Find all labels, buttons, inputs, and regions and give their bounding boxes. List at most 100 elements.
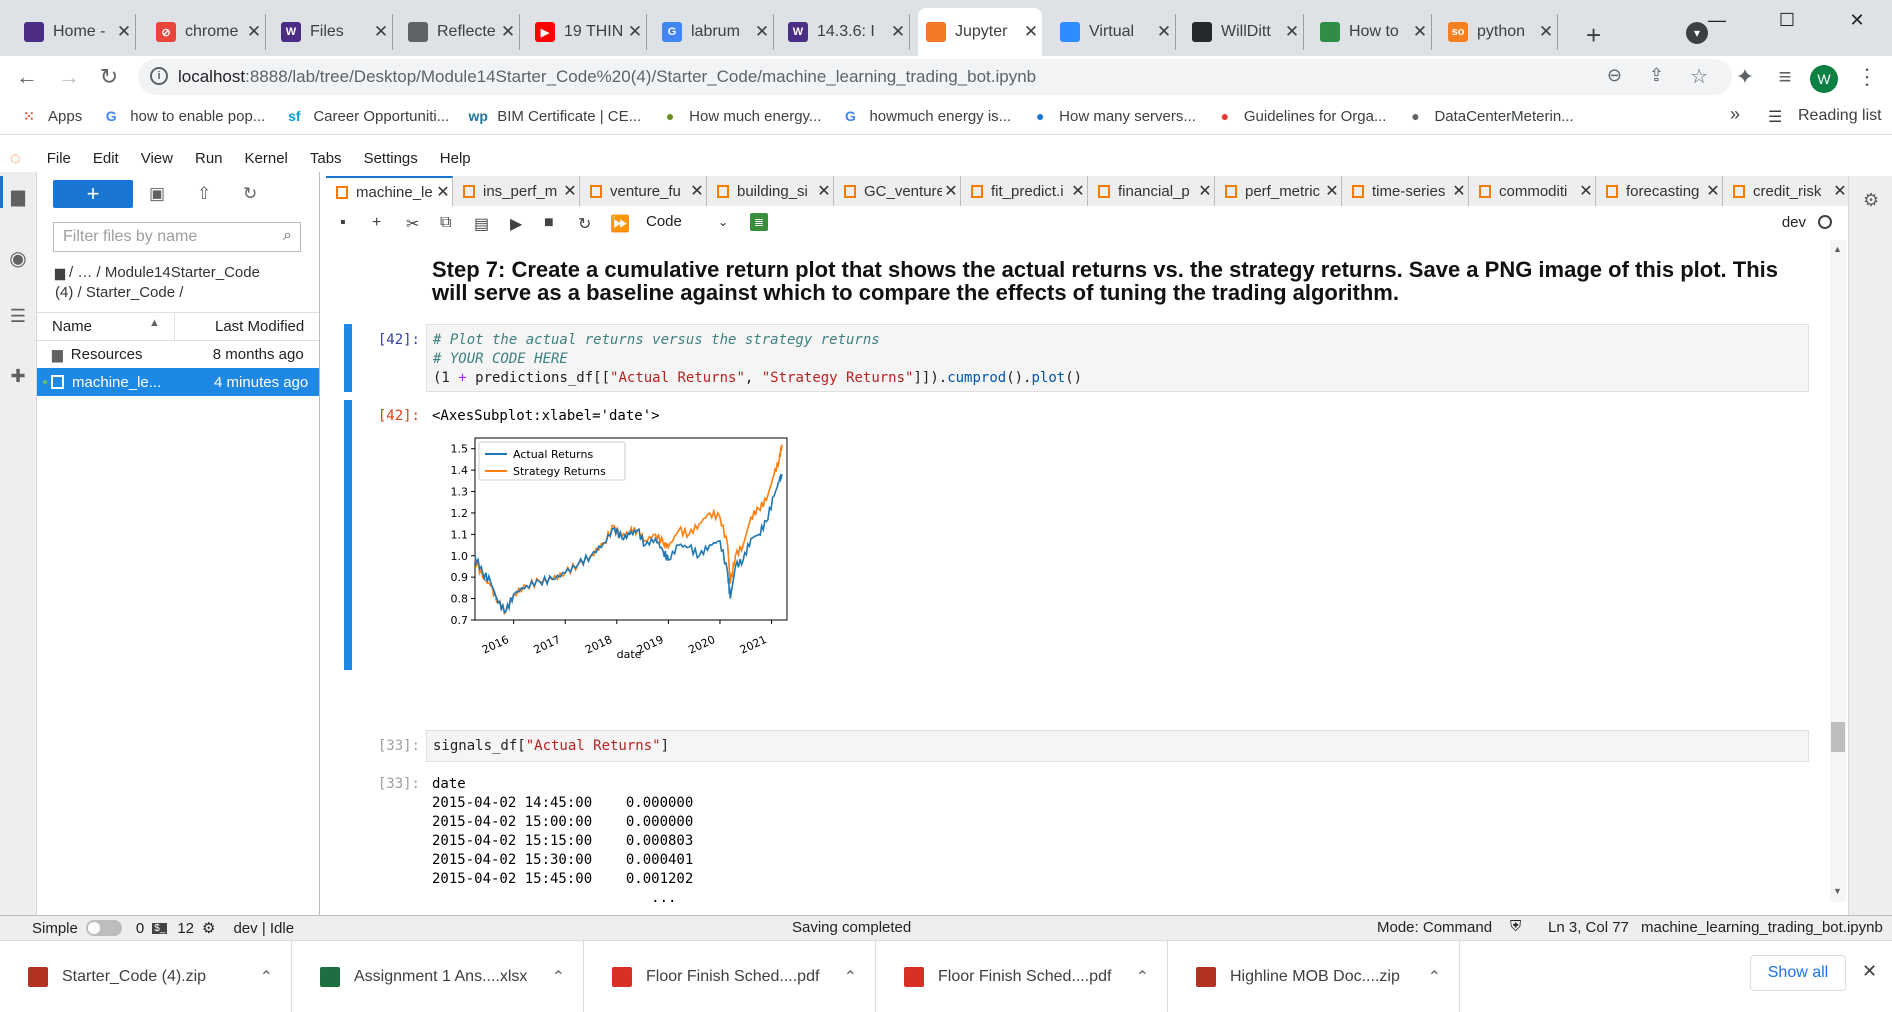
close-tab-icon[interactable]: ✕ xyxy=(1450,181,1468,201)
menu-item[interactable]: File xyxy=(47,150,71,167)
menu-item[interactable]: View xyxy=(141,150,173,167)
tab-close-icon[interactable]: ✕ xyxy=(370,22,392,42)
kernel-count[interactable]: 12 xyxy=(177,920,194,937)
menu-item[interactable]: Settings xyxy=(364,150,418,167)
maximize-icon[interactable]: ☐ xyxy=(1752,0,1822,40)
property-inspector-icon[interactable]: ⚙ xyxy=(1863,190,1879,211)
new-launcher-button[interactable]: + xyxy=(53,180,133,208)
cut-icon[interactable]: ✂ xyxy=(406,214,419,234)
browser-tab[interactable]: Glabrum ✕ xyxy=(654,14,774,50)
notebook-tab[interactable]: credit_risk ✕ xyxy=(1723,176,1850,206)
browser-tab[interactable]: W Files ✕ xyxy=(273,14,393,50)
bookmark-item[interactable]: Ghowmuch energy is... xyxy=(841,107,1011,125)
home-folder-icon[interactable]: ▆ xyxy=(55,265,65,280)
stop-icon[interactable]: ■ xyxy=(544,214,554,232)
chevron-up-icon[interactable]: ⌃ xyxy=(1428,967,1441,987)
reading-list-button[interactable]: Reading list xyxy=(1798,107,1882,125)
run-all-icon[interactable]: ⏩ xyxy=(610,214,630,234)
chevron-up-icon[interactable]: ⌃ xyxy=(844,967,857,987)
forward-icon[interactable]: → xyxy=(52,60,86,94)
bookmark-star-icon[interactable]: ☆ xyxy=(1690,64,1708,89)
copy-icon[interactable]: ⧉ xyxy=(440,214,451,232)
tab-close-icon[interactable]: ✕ xyxy=(1153,22,1175,42)
show-all-button[interactable]: Show all xyxy=(1750,955,1846,991)
browser-tab[interactable]: W 14.3.6: I ✕ xyxy=(780,14,910,50)
reading-list-icon[interactable]: ☰ xyxy=(1768,107,1782,127)
table-of-contents-icon[interactable]: ☰ xyxy=(8,306,28,326)
run-icon[interactable]: ▶ xyxy=(510,214,522,234)
tab-close-icon[interactable]: ✕ xyxy=(624,22,646,42)
folder-icon[interactable]: ▆ xyxy=(8,186,28,206)
notebook-scrollbar[interactable]: ▲ ▼ xyxy=(1830,240,1846,902)
notebook-tab[interactable]: venture_fu ✕ xyxy=(580,176,707,206)
reload-icon[interactable]: ↻ xyxy=(92,60,126,94)
close-tab-icon[interactable]: ✕ xyxy=(942,181,960,201)
refresh-icon[interactable]: ↻ xyxy=(243,184,257,204)
browser-tab[interactable]: ▶ 19 THIN ✕ xyxy=(527,14,647,50)
profile-avatar[interactable]: W xyxy=(1810,65,1838,93)
close-downloads-icon[interactable]: ✕ xyxy=(1862,961,1877,982)
close-tab-icon[interactable]: ✕ xyxy=(1069,181,1087,201)
table-icon[interactable]: ≣ xyxy=(750,213,768,231)
browser-tab[interactable]: Virtual ✕ xyxy=(1052,14,1176,50)
paste-icon[interactable]: ▤ xyxy=(474,214,489,234)
chevron-up-icon[interactable]: ⌃ xyxy=(1136,967,1149,987)
notebook-tab[interactable]: financial_p ✕ xyxy=(1088,176,1215,206)
bookmarks-overflow-button[interactable]: » xyxy=(1730,104,1740,125)
media-control-icon[interactable]: ≡ xyxy=(1768,60,1802,94)
close-tab-icon[interactable]: ✕ xyxy=(815,181,833,201)
download-item[interactable]: Assignment 1 Ans....xlsx ⌃ xyxy=(292,941,584,1012)
tab-close-icon[interactable]: ✕ xyxy=(113,22,135,42)
close-tab-icon[interactable]: ✕ xyxy=(434,182,452,202)
menu-item[interactable]: Run xyxy=(195,150,223,167)
bookmark-item[interactable]: ● Guidelines for Orga... xyxy=(1216,107,1387,125)
file-filter-input[interactable]: Filter files by name ⌕ xyxy=(53,222,301,252)
file-row-notebook[interactable]: ● machine_le... 4 minutes ago xyxy=(37,368,319,396)
close-tab-icon[interactable]: ✕ xyxy=(561,181,579,201)
minimize-icon[interactable]: — xyxy=(1682,0,1752,40)
bookmark-item[interactable]: ● DataCenterMeterin... xyxy=(1406,107,1573,125)
new-folder-icon[interactable]: ▣ xyxy=(149,184,165,204)
chevron-up-icon[interactable]: ⌃ xyxy=(552,967,565,987)
browser-tab[interactable]: Home - ✕ xyxy=(16,14,136,50)
close-tab-icon[interactable]: ✕ xyxy=(1831,181,1849,201)
cursor-position[interactable]: Ln 3, Col 77 xyxy=(1548,919,1629,936)
column-modified-header[interactable]: Last Modified xyxy=(215,318,304,335)
simple-mode-toggle[interactable] xyxy=(85,920,122,936)
notebook-tab[interactable]: commoditi ✕ xyxy=(1469,176,1596,206)
breadcrumb-line1[interactable]: / … / Module14Starter_Code xyxy=(69,264,260,281)
notebook-tab[interactable]: perf_metric ✕ xyxy=(1215,176,1342,206)
restart-icon[interactable]: ↻ xyxy=(578,214,591,234)
output-collapser-bar[interactable] xyxy=(344,400,352,670)
notebook-tab[interactable]: building_si ✕ xyxy=(707,176,834,206)
notebook-tab[interactable]: fit_predict.i ✕ xyxy=(961,176,1088,206)
close-tab-icon[interactable]: ✕ xyxy=(1704,181,1722,201)
browser-tab[interactable]: Reflecte ✕ xyxy=(400,14,520,50)
download-item[interactable]: Highline MOB Doc....zip ⌃ xyxy=(1168,941,1460,1012)
bookmark-item[interactable]: Ghow to enable pop... xyxy=(102,107,266,125)
menu-item[interactable]: Kernel xyxy=(245,150,288,167)
download-item[interactable]: Floor Finish Sched....pdf ⌃ xyxy=(876,941,1168,1012)
notebook-tab[interactable]: ins_perf_m ✕ xyxy=(453,176,580,206)
tab-close-icon[interactable]: ✕ xyxy=(243,22,265,42)
save-icon[interactable]: ▪ xyxy=(340,214,346,232)
close-tab-icon[interactable]: ✕ xyxy=(1323,181,1341,201)
extension-manager-icon[interactable]: ✚ xyxy=(8,366,28,386)
bookmark-item[interactable]: ⁙ Apps xyxy=(20,107,82,125)
chrome-menu-icon[interactable]: ⋮ xyxy=(1850,60,1884,94)
browser-tab[interactable]: so python ✕ xyxy=(1440,14,1558,50)
zoom-icon[interactable]: ⊖ xyxy=(1607,65,1622,86)
notebook-tab[interactable]: GC_venture ✕ xyxy=(834,176,961,206)
column-name-header[interactable]: Name xyxy=(52,318,92,335)
bookmark-item[interactable]: wp BIM Certificate | CE... xyxy=(469,107,642,125)
extensions-icon[interactable]: ✦ xyxy=(1728,60,1762,94)
browser-tab[interactable]: WillDitt ✕ xyxy=(1184,14,1304,50)
kernel-name[interactable]: dev xyxy=(1782,214,1806,231)
code-cell-plot[interactable]: # Plot the actual returns versus the str… xyxy=(426,324,1809,392)
browser-tab[interactable]: Jupyter ✕ xyxy=(918,8,1042,56)
tab-close-icon[interactable]: ✕ xyxy=(1535,22,1557,42)
menu-item[interactable]: Edit xyxy=(93,150,119,167)
scroll-down-icon[interactable]: ▼ xyxy=(1833,886,1842,896)
browser-tab[interactable]: How to ✕ xyxy=(1312,14,1432,50)
scroll-up-icon[interactable]: ▲ xyxy=(1833,244,1842,254)
